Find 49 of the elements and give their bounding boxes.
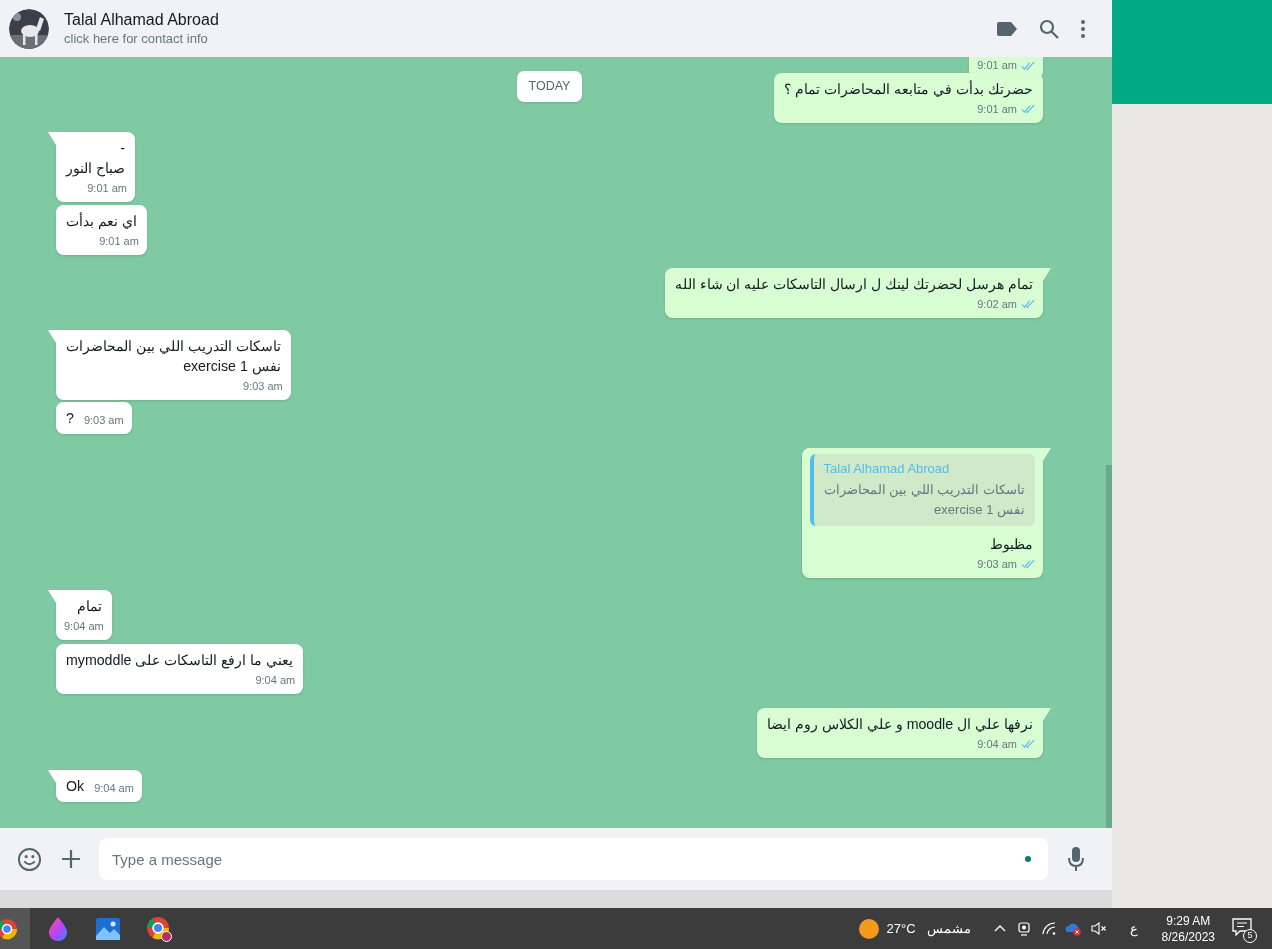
chrome-profile-icon[interactable] [146, 915, 172, 942]
message-text: يعني ما ارفع التاسكات على mymoddle [65, 650, 295, 670]
message-time: 9:04 am [255, 672, 296, 688]
quoted-author: Talal Alhamad Abroad [823, 459, 951, 478]
contact-name[interactable]: Talal Alhamad Abroad [64, 9, 219, 30]
chevron-up-icon[interactable] [993, 925, 1006, 932]
message-time: 9:01 am [99, 233, 139, 249]
plus-icon[interactable] [62, 850, 80, 868]
message-time: 9:03 am [83, 412, 124, 428]
contact-info-hint[interactable]: click here for contact info [64, 29, 219, 48]
message-input[interactable]: Type a message [99, 838, 1048, 880]
microphone-icon[interactable] [1068, 847, 1084, 871]
message-time: 9:03 am [243, 378, 283, 394]
message-text: اي نعم بدأت [65, 211, 138, 231]
weather-condition[interactable]: مشمس [926, 918, 971, 939]
message-text: تاسكات التدريب اللي بين المحاضرات نفس 1 exercise [65, 336, 282, 376]
search-icon[interactable] [1039, 18, 1059, 39]
quoted-text: تاسكات التدريب اللي بين المحاضرات نفس 1 exercise [823, 480, 1025, 520]
message-text: مظبوط [989, 534, 1034, 554]
paint-drop-icon[interactable] [48, 916, 68, 941]
speaker-muted-icon[interactable] [1090, 922, 1107, 935]
weather-temperature[interactable]: 27°C [886, 918, 916, 939]
cloud-error-icon[interactable] [1064, 921, 1082, 936]
message-text: تمام [75, 596, 103, 616]
message-time: 9:04 am [94, 780, 134, 796]
message-time: 9:04 am [977, 736, 1017, 752]
message-time: 9:02 am [977, 296, 1017, 312]
date-chip: TODAY [516, 71, 583, 102]
camera-icon[interactable] [1017, 921, 1030, 936]
message-text: حضرتك بدأت في متابعه المحاضرات تمام ؟ [783, 79, 1034, 99]
wifi-icon[interactable] [1041, 922, 1056, 935]
message-time: 9:03 am [977, 556, 1017, 572]
sun-icon[interactable] [858, 918, 879, 939]
message-text: تمام هرسل لحضرتك لينك ل ارسال التاسكات عليه ان شاء الله [673, 274, 1034, 294]
message-time: 9:01 am [87, 180, 127, 196]
message-text: نرفها علي ال moodle و علي الكلاس روم ايضا [765, 714, 1034, 734]
message-text: - صباح النور [64, 138, 126, 178]
input-language[interactable]: ع [1129, 918, 1138, 939]
message-time: 9:01 am [977, 58, 1017, 73]
menu-icon[interactable] [1081, 19, 1085, 38]
message-time: 9:04 am [64, 618, 104, 634]
message-text: Ok [65, 776, 86, 796]
taskbar-clock[interactable]: 9:29 AM 8/26/2023 [1161, 912, 1215, 945]
photos-icon[interactable] [96, 917, 120, 940]
message-text: ? [65, 408, 75, 428]
chrome-icon[interactable] [0, 908, 30, 949]
message-time: 9:01 am [977, 101, 1017, 117]
label-icon[interactable] [997, 21, 1017, 36]
emoji-icon[interactable] [17, 846, 42, 872]
